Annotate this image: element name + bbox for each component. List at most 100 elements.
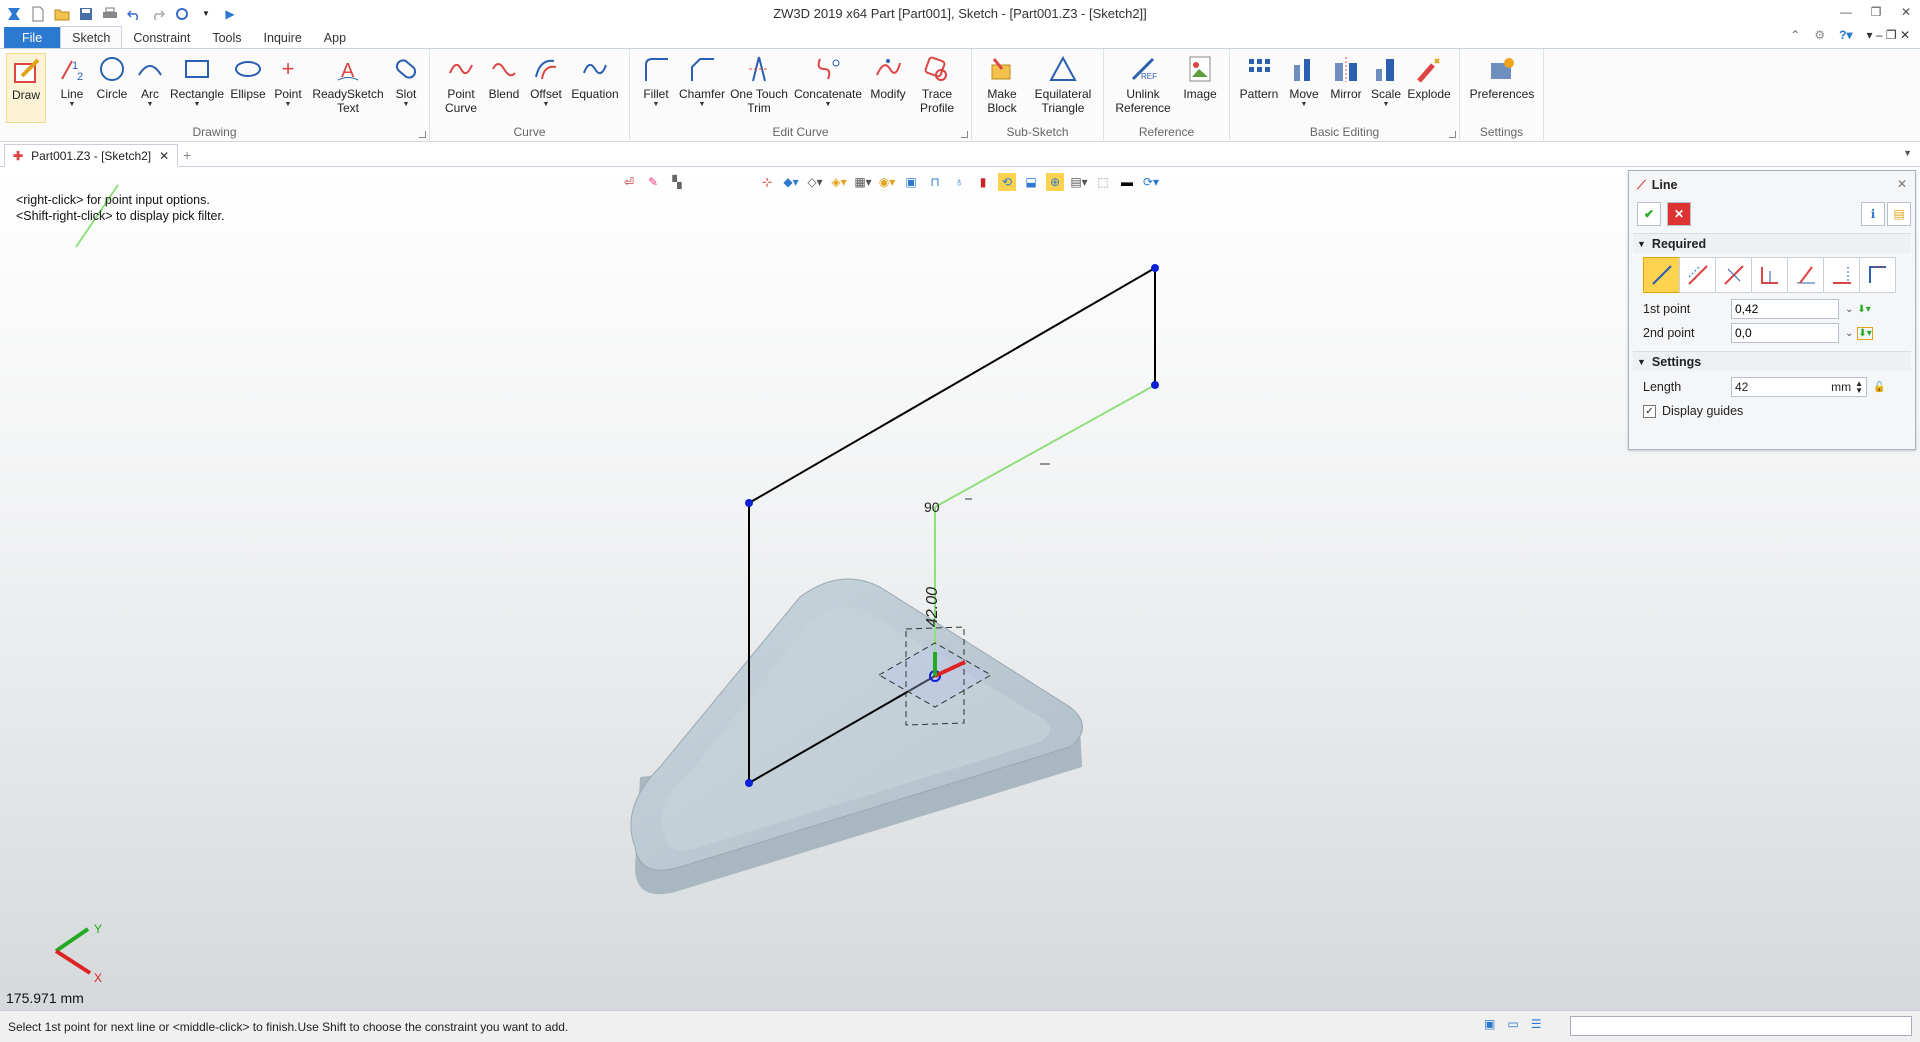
dimension-display-icon[interactable]: ⊓ [926, 173, 944, 191]
tab-constraint[interactable]: Constraint [122, 27, 201, 48]
print-icon[interactable] [100, 4, 120, 24]
first-point-expand-icon[interactable]: ⌄ [1845, 304, 1853, 315]
tangent-line-icon[interactable] [1787, 257, 1824, 293]
length-input[interactable]: 42 mm ▲ ▼ [1731, 377, 1867, 397]
draw-button[interactable]: Draw [6, 53, 46, 123]
target-icon[interactable]: ⊕ [1046, 173, 1064, 191]
chamfer-dropdown-icon[interactable]: ▼ [699, 101, 706, 109]
render-mode-icon[interactable]: ◈▾ [830, 173, 848, 191]
close-tab-icon[interactable]: ✕ [159, 149, 169, 163]
first-point-input[interactable] [1731, 299, 1839, 319]
vertical-line-icon[interactable] [1859, 257, 1896, 293]
new-file-icon[interactable] [28, 4, 48, 24]
scale-button[interactable]: Scale ▼ [1368, 53, 1404, 109]
shaded-view-icon[interactable]: ◆▾ [782, 173, 800, 191]
customize-dropdown-icon[interactable]: ▼ [196, 4, 216, 24]
concatenate-dropdown-icon[interactable]: ▼ [825, 101, 832, 109]
perpendicular-line-icon[interactable] [1715, 257, 1752, 293]
constraint-display-icon[interactable]: ♁ [950, 173, 968, 191]
equation-button[interactable]: Equation [568, 53, 622, 101]
equilateral-triangle-button[interactable]: Equilateral Triangle [1030, 53, 1096, 115]
bisector-line-icon[interactable] [1823, 257, 1860, 293]
offset-dropdown-icon[interactable]: ▼ [543, 101, 550, 109]
rectangle-dropdown-icon[interactable]: ▼ [194, 101, 201, 109]
second-point-input[interactable] [1731, 323, 1839, 343]
screen-icon[interactable]: ▭ [1507, 1017, 1518, 1031]
slot-dropdown-icon[interactable]: ▼ [403, 101, 410, 109]
second-point-pick-icon[interactable]: ⬇▾ [1857, 326, 1873, 340]
drawing-launcher-icon[interactable] [419, 131, 426, 138]
second-point-expand-icon[interactable]: ⌄ [1845, 328, 1853, 339]
point-button[interactable]: + Point ▼ [270, 53, 306, 109]
tab-app[interactable]: App [313, 27, 357, 48]
auto-constraint-icon[interactable]: ⟲ [998, 173, 1016, 191]
eraser-icon[interactable]: ✎ [644, 173, 662, 191]
basic-editing-launcher-icon[interactable] [1449, 131, 1456, 138]
image-button[interactable]: Image [1180, 53, 1220, 101]
align-view-icon[interactable]: ▣ [902, 173, 920, 191]
tab-tools[interactable]: Tools [201, 27, 252, 48]
tab-sketch[interactable]: Sketch [60, 26, 123, 48]
slot-button[interactable]: Slot ▼ [388, 53, 424, 109]
panel-close-icon[interactable]: ✕ [1897, 177, 1907, 191]
info-button[interactable]: ℹ [1861, 202, 1885, 226]
move-dropdown-icon[interactable]: ▼ [1301, 101, 1308, 109]
length-lock-icon[interactable]: 🔓 [1873, 382, 1885, 393]
undo-icon[interactable] [124, 4, 144, 24]
close-icon[interactable]: ✕ [1898, 4, 1914, 20]
hidden-lines-icon[interactable]: ⬚ [1094, 173, 1112, 191]
concatenate-button[interactable]: Concatenate ▼ [792, 53, 864, 109]
filter-icon[interactable]: ▚ [668, 173, 686, 191]
tab-inquire[interactable]: Inquire [253, 27, 313, 48]
two-point-line-icon[interactable] [1643, 257, 1680, 293]
point-curve-button[interactable]: Point Curve [440, 53, 482, 115]
offset-button[interactable]: Offset ▼ [526, 53, 566, 109]
inference-icon[interactable]: ⬓ [1022, 173, 1040, 191]
chamfer-button[interactable]: Chamfer ▼ [678, 53, 726, 109]
fillet-dropdown-icon[interactable]: ▼ [653, 101, 660, 109]
snap-icon[interactable]: ◉▾ [878, 173, 896, 191]
run-icon[interactable]: ▶ [220, 4, 240, 24]
move-button[interactable]: Move ▼ [1284, 53, 1324, 109]
arc-dropdown-icon[interactable]: ▼ [147, 101, 154, 109]
required-section[interactable]: ▼ Required [1633, 233, 1911, 253]
blend-button[interactable]: Blend [486, 53, 522, 101]
explode-button[interactable]: Explode [1406, 53, 1452, 101]
gear-icon[interactable]: ⚙ [1814, 28, 1825, 42]
rectangle-button[interactable]: Rectangle ▼ [168, 53, 226, 109]
mirror-button[interactable]: Mirror [1326, 53, 1366, 101]
pattern-button[interactable]: Pattern [1236, 53, 1282, 101]
section-view-icon[interactable]: ▤▾ [1070, 173, 1088, 191]
edit-curve-launcher-icon[interactable] [961, 131, 968, 138]
parallel-line-icon[interactable] [1679, 257, 1716, 293]
one-touch-trim-button[interactable]: One Touch Trim [728, 53, 790, 115]
cancel-button[interactable]: ✕ [1667, 202, 1691, 226]
command-input[interactable] [1570, 1016, 1912, 1036]
help-icon[interactable]: ?▾ [1839, 28, 1852, 42]
fillet-button[interactable]: Fillet ▼ [636, 53, 676, 109]
file-menu[interactable]: File [4, 27, 61, 48]
display-guides-checkbox[interactable]: ✓ [1643, 404, 1656, 418]
add-tab-icon[interactable]: + [183, 147, 191, 163]
restore-icon[interactable]: ❐ [1868, 4, 1884, 20]
circle-button[interactable]: Circle [94, 53, 130, 101]
scale-dropdown-icon[interactable]: ▼ [1383, 101, 1390, 109]
pick-filter-icon[interactable]: ⊹ [758, 173, 776, 191]
point-dropdown-icon[interactable]: ▼ [285, 101, 292, 109]
settings-section[interactable]: ▼ Settings [1633, 351, 1911, 371]
ellipse-button[interactable]: Ellipse [228, 53, 268, 101]
minimize-icon[interactable]: — [1838, 4, 1854, 20]
angle-line-icon[interactable] [1751, 257, 1788, 293]
line-dropdown-icon[interactable]: ▼ [69, 101, 76, 109]
restore-doc-icon[interactable]: ▾ – ❐ ✕ [1866, 28, 1910, 42]
tab-list-icon[interactable]: ▼ [1903, 148, 1912, 158]
list-icon[interactable]: ☰ [1531, 1017, 1542, 1031]
collapse-ribbon-icon[interactable]: ⌃ [1790, 28, 1800, 42]
redo-icon[interactable] [148, 4, 168, 24]
dimension-label[interactable]: 42.00 [924, 587, 941, 627]
rotate-view-icon[interactable]: ⟳▾ [1142, 173, 1160, 191]
exit-sketch-icon[interactable]: ⏎ [620, 173, 638, 191]
view-cube-icon[interactable]: ◇▾ [806, 173, 824, 191]
repeat-command-icon[interactable] [172, 4, 192, 24]
open-folder-icon[interactable] [52, 4, 72, 24]
